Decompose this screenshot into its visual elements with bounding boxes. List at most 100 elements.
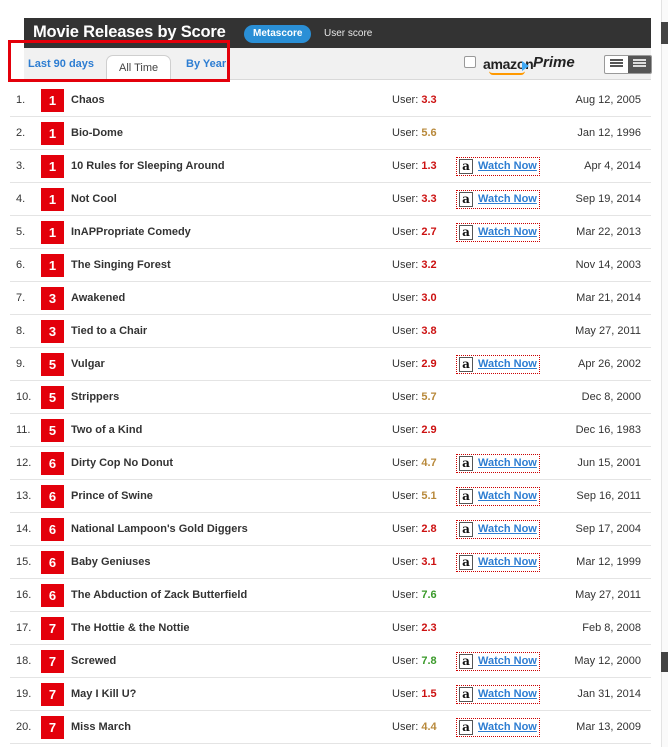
watch-now-button[interactable]: a Watch Now bbox=[456, 718, 540, 737]
user-score-value: 4.7 bbox=[421, 457, 437, 469]
movie-title-link[interactable]: Baby Geniuses bbox=[71, 556, 150, 568]
prime-filter-checkbox[interactable] bbox=[464, 56, 476, 68]
rank-number: 2. bbox=[16, 127, 26, 139]
amazon-icon: a bbox=[459, 522, 473, 537]
table-row: 14. 6 National Lampoon's Gold Diggers User:… bbox=[10, 513, 651, 546]
userscore-sort-button[interactable]: User score bbox=[320, 25, 376, 43]
table-row: 8. 3 Tied to a Chair User: 3.8 May 27, 2011 bbox=[10, 315, 651, 348]
rank-number: 4. bbox=[16, 193, 26, 205]
movie-title-link[interactable]: May I Kill U? bbox=[71, 688, 136, 700]
table-row: 6. 1 The Singing Forest User: 3.2 Nov 14, 20… bbox=[10, 249, 651, 282]
watch-now-button[interactable]: a Watch Now bbox=[456, 223, 540, 242]
release-date: May 12, 2000 bbox=[574, 655, 641, 667]
watch-now-label: Watch Now bbox=[478, 193, 537, 205]
watch-now-button[interactable]: a Watch Now bbox=[456, 652, 540, 671]
user-score-label: User: bbox=[392, 490, 419, 502]
user-score-label: User: bbox=[392, 556, 419, 568]
release-date: Sep 16, 2011 bbox=[576, 490, 641, 502]
movie-title-link[interactable]: Miss March bbox=[71, 721, 131, 733]
watch-now-button[interactable]: a Watch Now bbox=[456, 454, 540, 473]
page-scrollbar[interactable] bbox=[661, 0, 668, 747]
rank-number: 18. bbox=[16, 655, 32, 667]
rank-number: 10. bbox=[16, 391, 32, 403]
metascore-badge: 1 bbox=[41, 89, 64, 112]
user-score-value: 2.7 bbox=[421, 226, 437, 238]
table-row: 10. 5 Strippers User: 5.7 Dec 8, 2000 bbox=[10, 381, 651, 414]
user-score-label: User: bbox=[392, 127, 419, 139]
release-date: May 27, 2011 bbox=[575, 589, 641, 601]
user-score: User: 5.1 bbox=[392, 490, 437, 502]
user-score-value: 5.7 bbox=[421, 391, 437, 403]
user-score-value: 2.3 bbox=[421, 622, 437, 634]
user-score-label: User: bbox=[392, 622, 419, 634]
table-row: 15. 6 Baby Geniuses User: 3.1 a Watch Now Mar … bbox=[10, 546, 651, 579]
movie-title-link[interactable]: Screwed bbox=[71, 655, 116, 667]
watch-now-button[interactable]: a Watch Now bbox=[456, 553, 540, 572]
metascore-badge: 3 bbox=[41, 287, 64, 310]
table-row: 1. 1 Chaos User: 3.3 Aug 12, 2005 bbox=[10, 84, 651, 117]
movie-title-link[interactable]: Awakened bbox=[71, 292, 125, 304]
prime-logo-word: Prime bbox=[533, 54, 575, 71]
movie-title-link[interactable]: InAPPropriate Comedy bbox=[71, 226, 191, 238]
watch-now-button[interactable]: a Watch Now bbox=[456, 355, 540, 374]
watch-now-button[interactable]: a Watch Now bbox=[456, 157, 540, 176]
rank-number: 17. bbox=[16, 622, 32, 634]
user-score-value: 5.1 bbox=[421, 490, 437, 502]
user-score: User: 1.5 bbox=[392, 688, 437, 700]
scrollbar-thumb-bottom[interactable] bbox=[661, 652, 668, 672]
movie-title-link[interactable]: 10 Rules for Sleeping Around bbox=[71, 160, 225, 172]
metascore-badge: 1 bbox=[41, 155, 64, 178]
table-row: 4. 1 Not Cool User: 3.3 a Watch Now Sep 19, 20… bbox=[10, 183, 651, 216]
table-row: 12. 6 Dirty Cop No Donut User: 4.7 a Watch No… bbox=[10, 447, 651, 480]
movie-title-link[interactable]: Bio-Dome bbox=[71, 127, 123, 139]
rank-number: 12. bbox=[16, 457, 32, 469]
user-score: User: 3.0 bbox=[392, 292, 437, 304]
list-view-button[interactable] bbox=[605, 56, 628, 73]
watch-now-label: Watch Now bbox=[478, 721, 537, 733]
watch-now-button[interactable]: a Watch Now bbox=[456, 487, 540, 506]
movie-title-link[interactable]: Prince of Swine bbox=[71, 490, 153, 502]
amazon-icon: a bbox=[459, 555, 473, 570]
movie-title-link[interactable]: Not Cool bbox=[71, 193, 117, 205]
metascore-badge: 5 bbox=[41, 386, 64, 409]
user-score: User: 5.6 bbox=[392, 127, 437, 139]
movie-title-link[interactable]: Chaos bbox=[71, 94, 105, 106]
movie-title-link[interactable]: The Singing Forest bbox=[71, 259, 171, 271]
amazon-icon: a bbox=[459, 225, 473, 240]
user-score-value: 3.2 bbox=[421, 259, 437, 271]
metascore-badge: 5 bbox=[41, 353, 64, 376]
rank-number: 7. bbox=[16, 292, 26, 304]
watch-now-label: Watch Now bbox=[478, 457, 537, 469]
rank-number: 13. bbox=[16, 490, 32, 502]
metascore-badge: 1 bbox=[41, 188, 64, 211]
watch-now-button[interactable]: a Watch Now bbox=[456, 190, 540, 209]
release-date: Dec 8, 2000 bbox=[581, 391, 641, 403]
user-score-label: User: bbox=[392, 358, 419, 370]
movie-title-link[interactable]: The Hottie & the Nottie bbox=[71, 622, 190, 634]
movie-title-link[interactable]: National Lampoon's Gold Diggers bbox=[71, 523, 248, 535]
movie-title-link[interactable]: Tied to a Chair bbox=[71, 325, 147, 337]
tabs-highlight-annotation bbox=[8, 40, 230, 82]
list-view-icon bbox=[610, 59, 623, 70]
watch-now-label: Watch Now bbox=[478, 160, 537, 172]
metascore-badge: 6 bbox=[41, 452, 64, 475]
user-score-value: 2.9 bbox=[421, 424, 437, 436]
user-score-label: User: bbox=[392, 226, 419, 238]
metascore-badge: 3 bbox=[41, 320, 64, 343]
detail-view-button[interactable] bbox=[628, 56, 651, 73]
user-score: User: 2.8 bbox=[392, 523, 437, 535]
movie-title-link[interactable]: Two of a Kind bbox=[71, 424, 142, 436]
movie-title-link[interactable]: Vulgar bbox=[71, 358, 105, 370]
movie-title-link[interactable]: Strippers bbox=[71, 391, 119, 403]
movie-title-link[interactable]: Dirty Cop No Donut bbox=[71, 457, 173, 469]
user-score-label: User: bbox=[392, 325, 419, 337]
rank-number: 8. bbox=[16, 325, 26, 337]
table-row: 19. 7 May I Kill U? User: 1.5 a Watch Now Jan … bbox=[10, 678, 651, 711]
user-score-value: 3.8 bbox=[421, 325, 437, 337]
scrollbar-thumb-top[interactable] bbox=[661, 22, 668, 44]
watch-now-button[interactable]: a Watch Now bbox=[456, 520, 540, 539]
watch-now-button[interactable]: a Watch Now bbox=[456, 685, 540, 704]
metascore-sort-button[interactable]: Metascore bbox=[244, 25, 312, 43]
movie-title-link[interactable]: The Abduction of Zack Butterfield bbox=[71, 589, 247, 601]
table-row: 7. 3 Awakened User: 3.0 Mar 21, 2014 bbox=[10, 282, 651, 315]
